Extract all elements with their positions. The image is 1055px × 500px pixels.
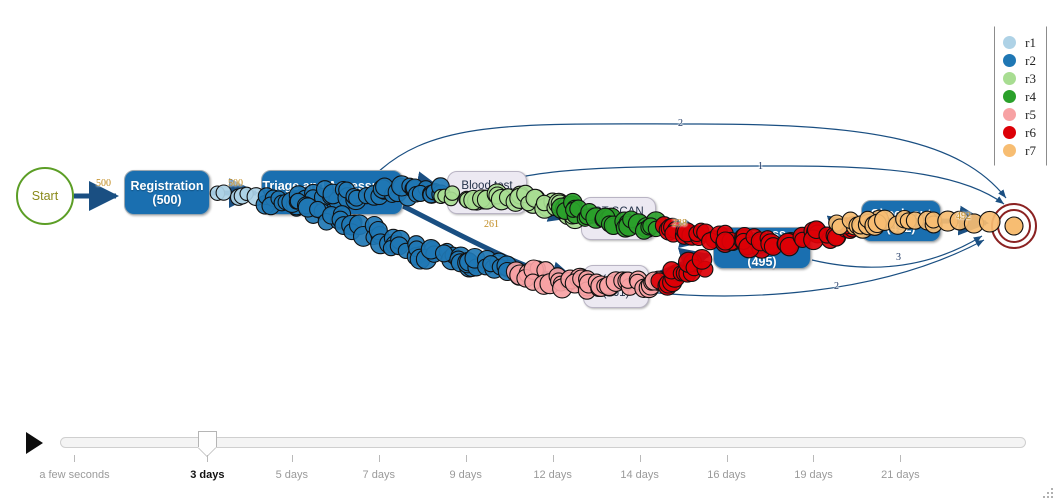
legend-label-r6: r6	[1025, 124, 1036, 140]
timeline-tick-label: 12 days	[533, 469, 572, 481]
node-ct-scan-count: (238)	[605, 218, 632, 231]
edge-discuss-checkout	[810, 215, 860, 245]
edge-label-registration-triage: 500	[228, 178, 243, 189]
legend-item[interactable]: r2	[1003, 51, 1036, 69]
timeline-tick	[465, 455, 467, 462]
node-end[interactable]	[991, 203, 1037, 249]
timeline-tick	[291, 455, 293, 462]
edge-bloodtest-ctscan	[526, 193, 580, 222]
timeline-tick	[639, 455, 641, 462]
legend-item[interactable]: r1	[1003, 33, 1036, 51]
edge-label-checkout-end: 492	[956, 211, 971, 222]
node-blood-test-count: (261)	[473, 192, 501, 205]
timeline-tick	[74, 455, 76, 462]
timeline-tick	[900, 455, 902, 462]
node-x-ray[interactable]: X-RAY (261)	[583, 265, 649, 308]
legend-item[interactable]: r3	[1003, 69, 1036, 87]
legend-item[interactable]: r5	[1003, 105, 1036, 123]
legend-color-swatch-r1	[1003, 35, 1017, 49]
legend-label-r5: r5	[1025, 106, 1036, 122]
edge-label-triage-bloodtest: 261	[484, 219, 499, 230]
timeline-tick-label: 21 days	[881, 469, 920, 481]
node-check-out[interactable]: Check-out (492)	[861, 200, 941, 242]
resource-legend: r1 r2 r3 r4 r5 r6 r7	[994, 26, 1047, 166]
node-registration-label: Registration	[130, 178, 204, 193]
edge-triage-xray	[401, 203, 581, 291]
timeline-tick-label: 3 days	[190, 469, 225, 481]
edge-label-start-registration: 500	[96, 178, 111, 189]
node-discuss-results-label: Discuss Results	[738, 227, 786, 255]
timeline-tick-label: 9 days	[449, 469, 482, 481]
node-start[interactable]: Start	[16, 167, 74, 225]
edge-label-xray-end-arc: 2	[834, 281, 839, 292]
timeline-tick	[378, 455, 380, 462]
node-registration[interactable]: Registration (500)	[124, 170, 210, 215]
node-ct-scan-label: CT SCAN	[593, 205, 644, 218]
node-x-ray-label: X-RAY	[598, 273, 634, 286]
node-triage-and-assessment[interactable]: Triage and Assessment (500)	[261, 170, 403, 215]
edge-label-discuss-end-arc: 3	[896, 252, 901, 263]
edge-bloodtest-end-arc	[507, 165, 1005, 205]
node-ct-scan[interactable]: CT SCAN (238)	[581, 197, 656, 240]
timeline-tick	[552, 455, 554, 462]
timeline-tick-label: a few seconds	[39, 469, 110, 481]
legend-color-swatch-r2	[1003, 53, 1017, 67]
node-check-out-label: Check-out	[870, 207, 932, 221]
legend-color-swatch-r5	[1003, 107, 1017, 121]
timeline-tick-label: 7 days	[362, 469, 395, 481]
node-x-ray-count: (261)	[602, 286, 630, 299]
node-discuss-results[interactable]: Discuss Results (495)	[713, 227, 811, 269]
legend-color-swatch-r7	[1003, 143, 1017, 157]
legend-label-r4: r4	[1025, 88, 1036, 104]
node-discuss-results-count: (495)	[747, 255, 777, 269]
legend-label-r3: r3	[1025, 70, 1036, 86]
play-icon[interactable]	[26, 432, 43, 454]
edge-label-ctscan-discuss: 238	[672, 218, 687, 229]
legend-color-swatch-r4	[1003, 89, 1017, 103]
node-blood-test-label: Blood test	[461, 179, 513, 192]
timeline-handle[interactable]	[197, 431, 217, 456]
timeline-tick	[813, 455, 815, 462]
legend-item[interactable]: r4	[1003, 87, 1036, 105]
edge-triage-bloodtest	[402, 171, 446, 201]
edge-label-triage-end-arc: 2	[678, 118, 683, 129]
legend-item[interactable]: r7	[1003, 141, 1036, 159]
legend-color-swatch-r3	[1003, 71, 1017, 85]
node-blood-test[interactable]: Blood test (261)	[447, 171, 527, 214]
node-start-label: Start	[31, 189, 59, 203]
process-animation-canvas[interactable]: Start Registration (500) Triage and Asse…	[0, 0, 1055, 500]
legend-color-swatch-r6	[1003, 125, 1017, 139]
timeline-tick-label: 16 days	[707, 469, 746, 481]
timeline-control[interactable]: a few seconds 3 days 5 days 7 days 9 days 12 …	[0, 422, 1055, 500]
node-check-out-count: (492)	[886, 221, 916, 235]
resize-grip-icon[interactable]	[1042, 487, 1053, 498]
timeline-tick-label: 5 days	[275, 469, 309, 481]
legend-label-r7: r7	[1025, 142, 1036, 158]
timeline-tick-label: 14 days	[620, 469, 659, 481]
edge-xray-end-arc	[647, 239, 985, 297]
node-triage-count: (500)	[317, 192, 347, 207]
timeline-tick	[207, 455, 209, 462]
node-registration-count: (500)	[152, 192, 182, 207]
edge-xray-discuss	[648, 247, 711, 281]
timeline-tick	[726, 455, 728, 462]
edge-label-bloodtest-end-arc: 1	[758, 161, 763, 172]
legend-label-r2: r2	[1025, 52, 1036, 68]
timeline-handle-body	[197, 431, 217, 447]
legend-item[interactable]: r6	[1003, 123, 1036, 141]
node-end-inner-ring	[997, 209, 1031, 243]
legend-label-r1: r1	[1025, 34, 1036, 50]
timeline-tick-label: 19 days	[794, 469, 833, 481]
node-triage-label: Triage and Assessment	[262, 178, 402, 193]
